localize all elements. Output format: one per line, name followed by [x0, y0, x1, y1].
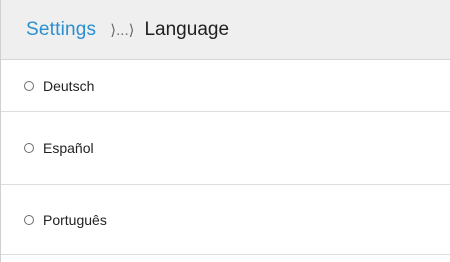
language-option-espanol[interactable]: Español: [1, 112, 450, 185]
breadcrumb-settings-link[interactable]: Settings: [26, 19, 96, 41]
radio-button-icon[interactable]: [24, 214, 34, 225]
breadcrumb: Settings ⟩...⟩ Language: [1, 0, 450, 60]
language-option-label: Español: [43, 140, 94, 156]
language-settings-screen: Settings ⟩...⟩ Language Deutsch Español …: [0, 0, 450, 262]
language-option-label: Português: [43, 211, 107, 228]
language-option-deutsch[interactable]: Deutsch: [1, 60, 450, 112]
breadcrumb-ellipsis[interactable]: ⟩...⟩: [110, 21, 134, 39]
page-title: Language: [144, 18, 230, 40]
language-option-portugues[interactable]: Português: [1, 185, 450, 255]
radio-button-icon[interactable]: [24, 80, 34, 91]
language-option-label: Deutsch: [43, 77, 95, 94]
language-list: Deutsch Español Português: [1, 60, 450, 255]
radio-button-icon[interactable]: [24, 143, 34, 153]
